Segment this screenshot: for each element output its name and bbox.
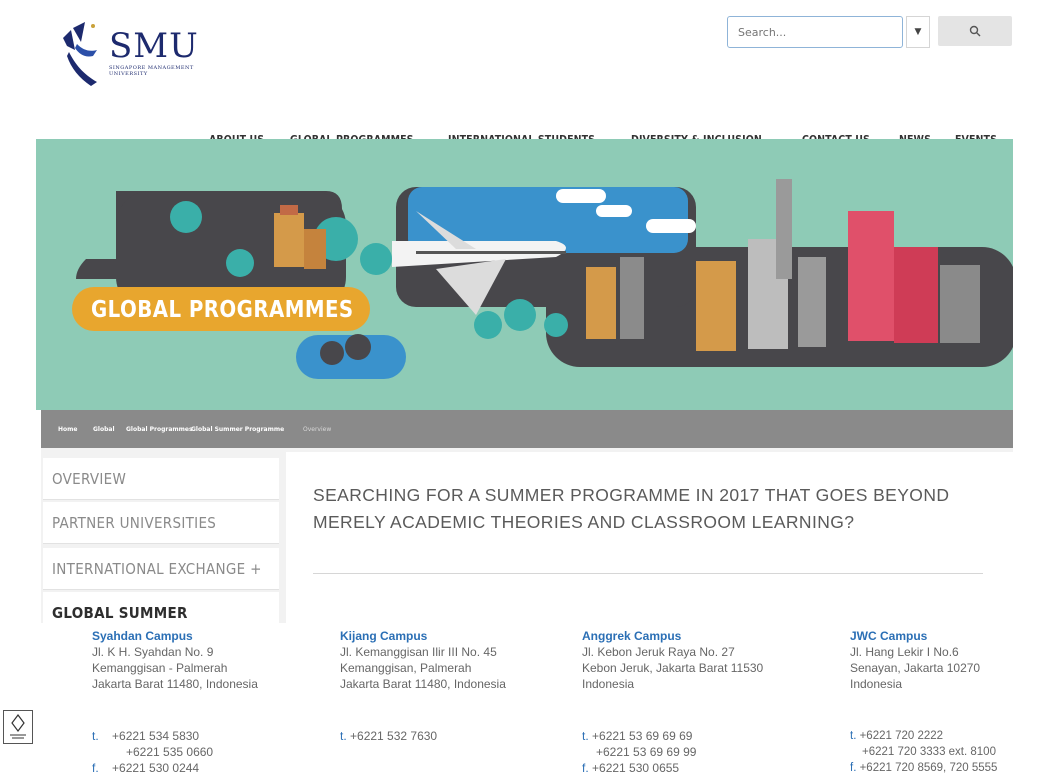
sidebar-item-label: INTERNATIONAL EXCHANGE (52, 559, 246, 578)
phone-number[interactable]: +6221 532 7630 (350, 729, 437, 743)
logo-wordmark: SMU (109, 26, 199, 66)
address-line: Kemanggisan, Palmerah (340, 661, 472, 675)
sidebar-item-partner-universities[interactable]: PARTNER UNIVERSITIES (43, 502, 279, 544)
campus-anggrek: Anggrek Campus Jl. Kebon Jeruk Raya No. … (582, 628, 763, 692)
certification-badge-icon (3, 710, 33, 744)
phone-label: t. (582, 729, 589, 743)
phone-number[interactable]: +6221 535 0660 (126, 745, 213, 759)
certification-seal-icon (10, 714, 26, 739)
campus-name: Kijang Campus (340, 629, 428, 643)
main-panel (286, 452, 1013, 623)
address-line: Kebon Jeruk, Jakarta Barat 11530 (582, 661, 764, 675)
city-travel-illustration (76, 179, 1013, 379)
logo-subtitle: SINGAPORE MANAGEMENT UNIVERSITY (109, 65, 194, 77)
breadcrumb-home[interactable]: Home (58, 426, 77, 433)
phone-number[interactable]: +6221 53 69 69 99 (596, 745, 696, 759)
smu-emblem-icon (63, 22, 97, 86)
fax-number: +6221 530 0655 (592, 761, 680, 775)
heading-divider (313, 573, 983, 574)
breadcrumb-global-summer-programme[interactable]: Global Summer Programme (191, 426, 284, 433)
address-line: Jl. Hang Lekir I No.6 (850, 645, 959, 659)
campus-syahdan: Syahdan Campus Jl. K H. Syahdan No. 9 Ke… (92, 628, 258, 692)
search-input[interactable] (727, 16, 903, 48)
search-icon (969, 25, 981, 37)
campus-jwc: JWC Campus Jl. Hang Lekir I No.6 Senayan… (850, 628, 980, 692)
address-line: Jl. Kebon Jeruk Raya No. 27 (582, 645, 735, 659)
breadcrumb-global-programmes[interactable]: Global Programmes (126, 426, 193, 433)
sidebar-item-label: GLOBAL SUMMER (52, 603, 188, 622)
fax-label: f. (582, 761, 589, 775)
phone-number[interactable]: +6221 53 69 69 69 (592, 729, 692, 743)
address-line: Jl. Kemanggisan Ilir III No. 45 (340, 645, 497, 659)
address-line: Kemanggisan - Palmerah (92, 661, 228, 675)
campus-name: Anggrek Campus (582, 629, 682, 643)
campus-kijang: Kijang Campus Jl. Kemanggisan Ilir III N… (340, 628, 506, 692)
phone-number[interactable]: +6221 720 3333 ext. 8100 (862, 746, 996, 758)
phone-label: t. (92, 729, 99, 743)
address-line: Indonesia (850, 677, 903, 691)
fax-label: f. (850, 762, 857, 774)
phone-label: t. (850, 730, 857, 742)
expand-plus-icon[interactable]: + (250, 560, 262, 578)
phone-number[interactable]: +6221 720 2222 (860, 730, 943, 742)
campus-kijang-phones: t. +6221 532 7630 (340, 728, 437, 744)
sidebar-item-label: PARTNER UNIVERSITIES (52, 513, 217, 532)
sidebar-item-international-exchange[interactable]: INTERNATIONAL EXCHANGE + (43, 548, 279, 590)
breadcrumb: Home Global Global Programmes Global Sum… (41, 410, 1013, 448)
campus-name: Syahdan Campus (92, 629, 193, 643)
banner-title: GLOBAL PROGRAMMES (91, 297, 354, 323)
campus-syahdan-phones: t. +6221 534 5830 +6221 535 0660 f. +622… (92, 728, 213, 776)
sidebar-item-overview[interactable]: OVERVIEW (43, 458, 279, 500)
fax-number: +6221 720 8569, 720 5555 (859, 762, 998, 774)
fax-number: +6221 530 0244 (112, 761, 200, 775)
campus-jwc-phones: t. +6221 720 2222 +6221 720 3333 ext. 81… (850, 728, 997, 776)
address-line: Indonesia (582, 677, 635, 691)
phone-label: t. (340, 729, 347, 743)
address-line: Jakarta Barat 11480, Indonesia (340, 677, 506, 691)
address-line: Senayan, Jakarta 10270 (850, 661, 981, 675)
phone-number[interactable]: +6221 534 5830 (112, 729, 199, 743)
page-heading: SEARCHING FOR A SUMMER PROGRAMME IN 2017… (313, 485, 950, 532)
address-line: Jl. K H. Syahdan No. 9 (92, 645, 214, 659)
smu-logo[interactable]: SMU SINGAPORE MANAGEMENT UNIVERSITY (57, 20, 257, 100)
address-line: Jakarta Barat 11480, Indonesia (92, 677, 258, 691)
campus-name: JWC Campus (850, 629, 928, 643)
campus-anggrek-phones: t. +6221 53 69 69 69 +6221 53 69 69 99 f… (582, 728, 696, 776)
breadcrumb-overview: Overview (303, 426, 332, 433)
breadcrumb-global[interactable]: Global (93, 426, 115, 433)
search-dropdown-toggle[interactable]: ▼ (906, 16, 930, 48)
global-programmes-banner (36, 139, 1013, 410)
caret-down-icon: ▼ (914, 27, 922, 37)
search-button[interactable] (938, 16, 1012, 46)
fax-label: f. (92, 761, 99, 775)
sidebar-item-label: OVERVIEW (52, 469, 127, 488)
